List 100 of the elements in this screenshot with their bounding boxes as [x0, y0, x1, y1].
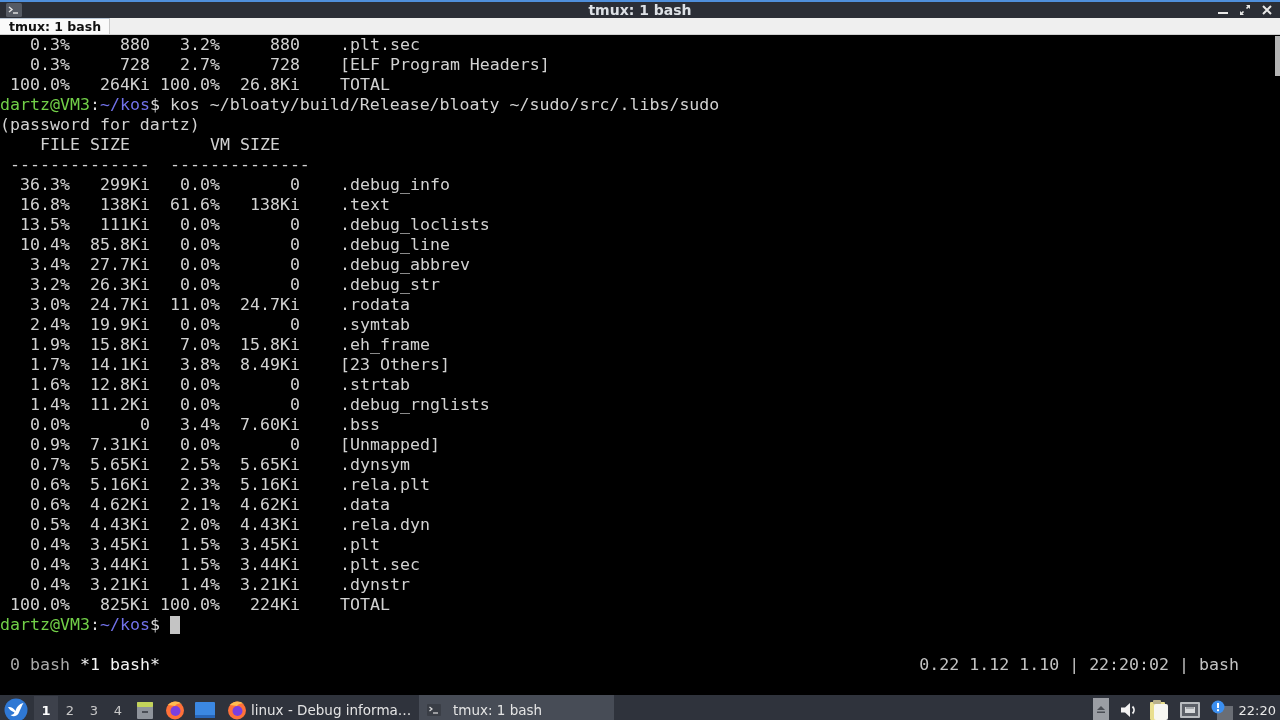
section-name: .debug_line — [340, 235, 450, 254]
section-name: .plt — [340, 535, 380, 554]
section-name: .symtab — [340, 315, 410, 334]
vm-percent: 1.4% — [180, 575, 220, 594]
file-percent: 3.0% — [30, 295, 70, 314]
column-heading: VM SIZE — [210, 135, 280, 154]
file-size: 27.7Ki — [90, 255, 150, 274]
section-name: [23 Others] — [340, 355, 450, 374]
section-name: .plt.sec — [340, 35, 420, 54]
vm-percent: 0.0% — [180, 255, 220, 274]
vm-percent: 61.6% — [170, 195, 220, 214]
vm-percent: 11.0% — [170, 295, 220, 314]
prompt-path: ~/kos — [99, 615, 150, 635]
dash-rule: -------------- — [10, 155, 150, 174]
file-size: 111Ki — [100, 215, 150, 234]
vm-size: 0 — [290, 175, 300, 194]
file-percent: 100.0% — [10, 75, 70, 94]
clipboard-icon[interactable] — [1148, 699, 1169, 720]
vm-percent: 0.0% — [180, 235, 220, 254]
command-text: kos ~/bloaty/build/Release/bloaty ~/sudo/src/.libs/sudo — [169, 95, 720, 115]
workspace-button[interactable]: 1 — [34, 696, 58, 720]
prompt-user-host: dartz@VM3 — [0, 95, 90, 115]
vm-size: 224Ki — [250, 595, 300, 614]
file-percent: 0.6% — [30, 495, 70, 514]
file-size: 264Ki — [100, 75, 150, 94]
file-percent: 2.4% — [30, 315, 70, 334]
file-size: 728 — [120, 55, 150, 74]
output-text: (password for dartz) — [0, 115, 200, 135]
vm-size: 3.45Ki — [240, 535, 300, 554]
file-size: 85.8Ki — [90, 235, 150, 254]
vm-percent: 1.5% — [180, 535, 220, 554]
file-size: 880 — [120, 35, 150, 54]
vm-percent: 0.0% — [180, 275, 220, 294]
file-cabinet-icon[interactable] — [135, 700, 155, 720]
prompt-user-host: dartz@VM3 — [0, 615, 90, 635]
vm-percent: 0.0% — [180, 435, 220, 454]
section-name: .rela.dyn — [340, 515, 430, 534]
terminal-icon — [427, 704, 441, 716]
file-size: 14.1Ki — [90, 355, 150, 374]
file-percent: 0.3% — [30, 55, 70, 74]
vm-percent: 2.1% — [180, 495, 220, 514]
maximize-icon[interactable] — [1240, 5, 1250, 15]
section-name: .rodata — [340, 295, 410, 314]
tmux-window-label[interactable]: 0 bash — [10, 655, 70, 675]
vm-size: 7.60Ki — [240, 415, 300, 434]
clock[interactable]: 22:20 — [1238, 702, 1276, 718]
alert-icon[interactable] — [1210, 700, 1233, 720]
file-percent: 0.4% — [30, 555, 70, 574]
tab[interactable]: tmux: 1 bash — [0, 18, 111, 34]
vm-size: 0 — [290, 315, 300, 334]
file-size: 26.3Ki — [90, 275, 150, 294]
section-name: [ELF Program Headers] — [340, 55, 550, 74]
vm-size: 3.44Ki — [240, 555, 300, 574]
file-size: 4.43Ki — [90, 515, 150, 534]
file-size: 7.31Ki — [90, 435, 150, 454]
vm-size: 4.62Ki — [240, 495, 300, 514]
vm-percent: 100.0% — [160, 595, 220, 614]
prompt-path: ~/kos — [99, 95, 150, 115]
workspace-button[interactable]: 4 — [106, 696, 130, 720]
vm-size: 24.7Ki — [240, 295, 300, 314]
vm-size: 0 — [290, 255, 300, 274]
vm-percent: 1.5% — [180, 555, 220, 574]
taskbar-task[interactable]: tmux: 1 bash — [419, 695, 614, 720]
file-size: 24.7Ki — [90, 295, 150, 314]
globe-icon[interactable] — [165, 700, 185, 720]
file-percent: 3.2% — [30, 275, 70, 294]
vm-size: 15.8Ki — [240, 335, 300, 354]
speaker-icon[interactable] — [1119, 701, 1138, 719]
file-percent: 1.9% — [30, 335, 70, 354]
scrollbar-thumb[interactable] — [1275, 36, 1280, 76]
file-percent: 1.7% — [30, 355, 70, 374]
file-percent: 10.4% — [20, 235, 70, 254]
file-size: 12.8Ki — [90, 375, 150, 394]
vm-size: 5.16Ki — [240, 475, 300, 494]
file-size: 3.44Ki — [90, 555, 150, 574]
window-icon[interactable] — [195, 700, 215, 720]
file-size: 0 — [140, 415, 150, 434]
taskbar-task[interactable]: linux - Debug informa… — [221, 695, 416, 720]
file-percent: 16.8% — [20, 195, 70, 214]
bird-icon[interactable] — [4, 698, 28, 720]
vm-percent: 100.0% — [160, 75, 220, 94]
file-percent: 13.5% — [20, 215, 70, 234]
close-icon[interactable] — [1262, 5, 1272, 15]
vm-percent: 0.0% — [180, 375, 220, 394]
section-name: .eh_frame — [340, 335, 430, 354]
prompt-symbol: $ — [149, 95, 160, 115]
workspace-button[interactable]: 2 — [58, 696, 82, 720]
workspace-button[interactable]: 3 — [82, 696, 106, 720]
column-heading: FILE SIZE — [40, 135, 130, 154]
tmux-window-label[interactable]: *1 bash* — [79, 655, 160, 675]
vm-percent: 7.0% — [180, 335, 220, 354]
file-size: 138Ki — [100, 195, 150, 214]
vm-percent: 0.0% — [180, 175, 220, 194]
monitor-icon[interactable] — [1179, 701, 1200, 719]
section-name: [Unmapped] — [340, 435, 440, 454]
eject-icon[interactable] — [1092, 698, 1109, 720]
file-percent: 0.9% — [30, 435, 70, 454]
section-name: .debug_rnglists — [340, 395, 490, 414]
file-percent: 0.4% — [30, 575, 70, 594]
file-size: 11.2Ki — [90, 395, 150, 414]
